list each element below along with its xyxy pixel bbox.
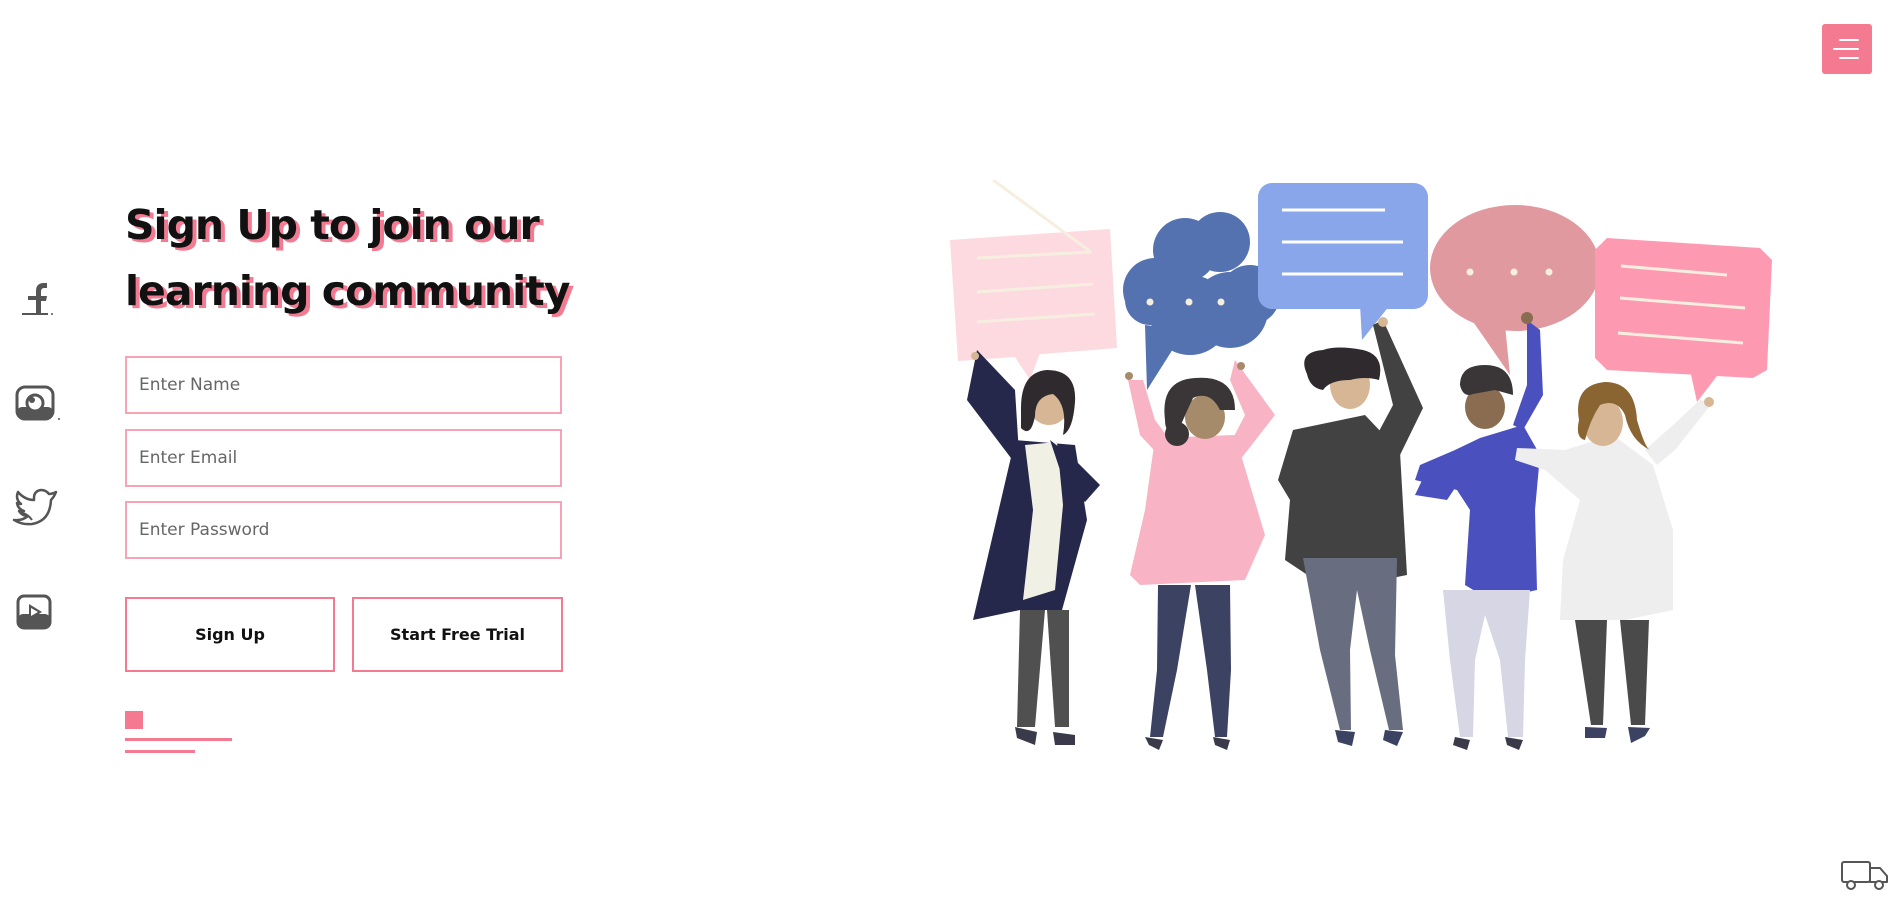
people-with-speech-bubbles-illustration [950, 180, 1772, 750]
title-line-1: Sign Up to join our [125, 201, 540, 249]
signup-button[interactable]: Sign Up [125, 597, 335, 672]
title-line-2: learning community [125, 267, 570, 315]
speech-bubble-pink [1595, 238, 1772, 402]
menu-button[interactable] [1822, 24, 1872, 74]
speech-bubble-blue-cloud [1123, 212, 1280, 390]
person-5 [1515, 382, 1714, 743]
start-free-trial-button[interactable]: Start Free Trial [352, 597, 563, 672]
speech-bubble-rose [1430, 205, 1600, 375]
person-3 [1278, 317, 1423, 746]
decorative-square [125, 711, 143, 729]
speech-bubble-periwinkle [1258, 183, 1428, 340]
name-input[interactable] [125, 356, 562, 414]
person-1 [967, 350, 1100, 745]
menu-line-1 [1839, 39, 1859, 41]
password-input[interactable] [125, 501, 562, 559]
decorative-line-2 [125, 750, 195, 753]
delivery-truck-icon [1841, 861, 1888, 890]
person-4 [1415, 312, 1543, 750]
speech-bubble-light-pink [950, 180, 1117, 380]
decorative-line-1 [125, 738, 232, 741]
youtube-icon[interactable] [14, 592, 54, 632]
page-title: Sign Up to join our learning community [125, 192, 570, 324]
email-input[interactable] [125, 429, 562, 487]
instagram-icon[interactable] [12, 383, 62, 423]
menu-line-3 [1839, 57, 1859, 59]
twitter-icon[interactable] [10, 486, 60, 526]
facebook-icon[interactable] [16, 275, 56, 319]
menu-line-2 [1833, 48, 1859, 50]
person-2 [1125, 360, 1275, 750]
